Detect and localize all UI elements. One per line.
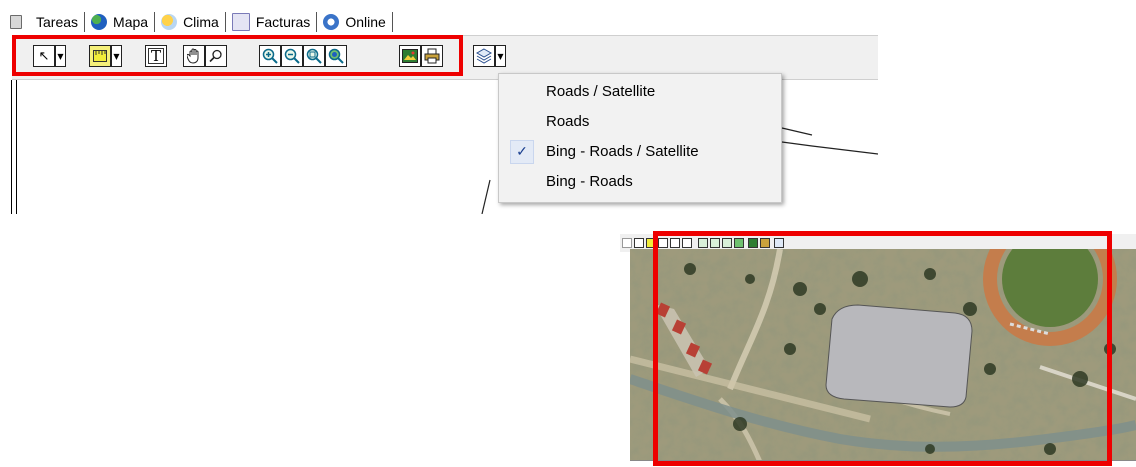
mini-text-icon[interactable] [658, 238, 668, 248]
mini-zoom-in-icon[interactable] [698, 238, 708, 248]
tab-label: Mapa [113, 14, 149, 30]
map-image-icon[interactable] [399, 45, 421, 67]
tab-facturas[interactable]: Facturas [226, 12, 318, 32]
menu-item-label: Roads [546, 113, 590, 130]
menu-item-label: Bing - Roads / Satellite [546, 143, 699, 160]
tab-label: Online [345, 14, 386, 30]
map-window: Tareas Mapa Clima Facturas Online ↖ ▼ ▼ … [0, 0, 878, 214]
print-icon[interactable] [421, 45, 443, 67]
text-tool-icon[interactable]: T [145, 45, 167, 67]
pan-hand-icon[interactable] [183, 45, 205, 67]
mini-map-image-icon[interactable] [748, 238, 758, 248]
zoom-out-icon[interactable] [281, 45, 303, 67]
menu-item-bing-roads-satellite[interactable]: ✓ Bing - Roads / Satellite [499, 137, 781, 166]
mini-search-icon[interactable] [682, 238, 692, 248]
menu-item-roads[interactable]: Roads [499, 107, 781, 136]
tab-tareas[interactable]: Tareas [0, 12, 86, 32]
window-left-border [11, 80, 17, 214]
mini-pointer-icon[interactable] [622, 238, 632, 248]
map-layer-dropdown-arrow[interactable]: ▼ [495, 45, 506, 67]
ruler-tool-icon[interactable] [89, 45, 111, 67]
clipboard-icon [10, 15, 22, 29]
mini-print-icon[interactable] [760, 238, 770, 248]
tab-label: Tareas [36, 14, 79, 30]
mini-layer-icon[interactable] [774, 238, 784, 248]
satellite-map-view[interactable] [630, 249, 1136, 462]
menu-item-roads-satellite[interactable]: Roads / Satellite [499, 77, 781, 106]
mini-ruler-icon[interactable] [646, 238, 656, 248]
checkmark-icon: ✓ [510, 139, 534, 164]
map-layer-menu: Roads / Satellite Roads ✓ Bing - Roads /… [498, 73, 782, 203]
menu-item-label: Roads / Satellite [546, 83, 656, 100]
tab-clima[interactable]: Clima [155, 12, 226, 32]
drawn-zone-polygon [825, 304, 973, 408]
invoice-icon [231, 13, 250, 31]
tab-label: Facturas [255, 14, 311, 30]
weather-icon [161, 14, 178, 30]
menu-item-label: Bing - Roads [546, 173, 633, 190]
ruler-dropdown-arrow[interactable]: ▼ [111, 45, 122, 67]
satellite-map-window [620, 234, 1136, 467]
satellite-imagery [630, 249, 1136, 462]
mini-pan-icon[interactable] [670, 238, 680, 248]
tab-online[interactable]: Online [317, 12, 393, 32]
tab-mapa[interactable]: Mapa [85, 12, 156, 32]
module-tab-bar: Tareas Mapa Clima Facturas Online [0, 8, 878, 36]
tab-label: Clima [183, 14, 219, 30]
menu-item-bing-roads[interactable]: Bing - Roads [499, 167, 781, 196]
magnifier-icon[interactable] [205, 45, 227, 67]
globe-icon [91, 14, 108, 30]
mini-zoom-out-icon[interactable] [710, 238, 720, 248]
pointer-dropdown-arrow[interactable]: ▼ [55, 45, 66, 67]
zoom-full-icon[interactable] [325, 45, 347, 67]
online-icon [323, 14, 340, 30]
map-layer-icon[interactable] [473, 45, 495, 67]
mini-zoom-full-icon[interactable] [734, 238, 744, 248]
mini-pointer-icon[interactable] [634, 238, 644, 248]
pointer-tool-icon[interactable]: ↖ [33, 45, 55, 67]
zoom-in-icon[interactable] [259, 45, 281, 67]
mini-zoom-extent-icon[interactable] [722, 238, 732, 248]
zoom-extent-icon[interactable] [303, 45, 325, 67]
